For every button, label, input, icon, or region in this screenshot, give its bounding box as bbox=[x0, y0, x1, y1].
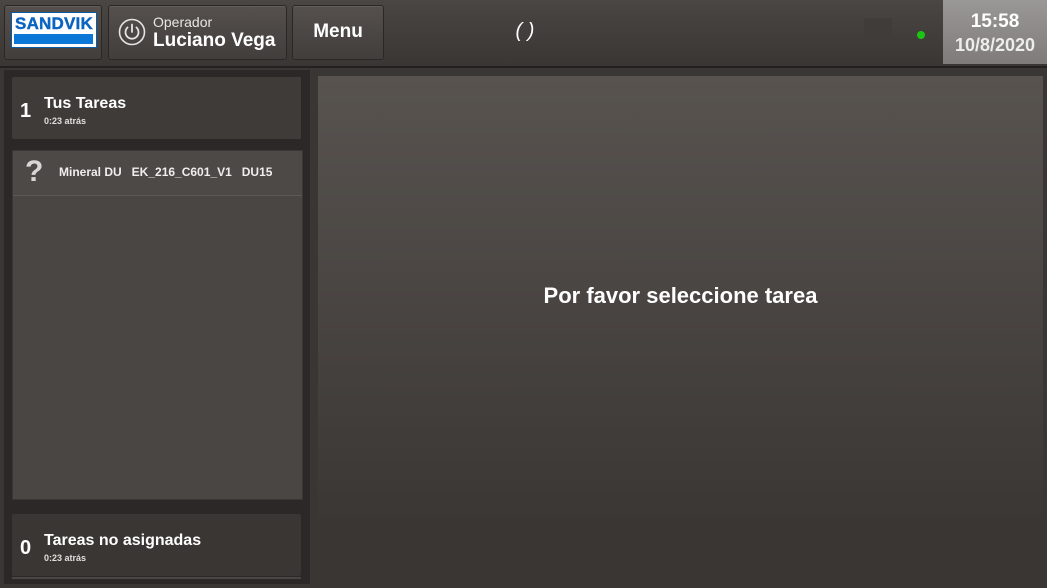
top-bar: SANDVIK Operador Luciano Vega Menu ( ) 1… bbox=[0, 0, 1047, 68]
question-mark-icon: ? bbox=[25, 155, 44, 188]
status-placeholder: ( ) bbox=[515, 20, 535, 42]
unassigned-tasks[interactable]: 0 Tareas no asignadas 0:23 atrás bbox=[12, 514, 301, 576]
operator-button[interactable]: Operador Luciano Vega bbox=[108, 5, 287, 60]
operator-label: Operador bbox=[153, 14, 213, 30]
your-tasks-count: 1 bbox=[20, 100, 32, 122]
divider bbox=[12, 577, 301, 579]
your-tasks-header[interactable]: 1 Tus Tareas 0:23 atrás bbox=[12, 77, 301, 139]
list-item-text: Mineral DU EK_216_C601_V1 DU15 bbox=[59, 165, 273, 179]
clock-time: 15:58 bbox=[970, 11, 1020, 32]
network-icon bbox=[864, 18, 892, 38]
unassigned-count: 0 bbox=[20, 537, 32, 559]
clock-date: 10/8/2020 bbox=[954, 35, 1036, 55]
status-indicator bbox=[917, 31, 925, 39]
task-panel: 1 Tus Tareas 0:23 atrás ? Mineral DU EK_… bbox=[4, 70, 310, 584]
operator-name: Luciano Vega bbox=[153, 30, 276, 51]
menu-button[interactable]: Menu bbox=[292, 5, 384, 60]
logo-text: SANDVIK bbox=[15, 14, 93, 33]
unassigned-title: Tareas no asignadas bbox=[44, 532, 202, 549]
your-tasks-title: Tus Tareas bbox=[44, 95, 127, 112]
power-icon bbox=[118, 18, 146, 46]
logo-button[interactable]: SANDVIK bbox=[4, 5, 102, 60]
select-task-message: Por favor seleccione tarea bbox=[543, 283, 818, 308]
list-item[interactable]: ? Mineral DU EK_216_C601_V1 DU15 bbox=[13, 151, 302, 196]
logo-bar bbox=[14, 34, 93, 44]
menu-label: Menu bbox=[313, 21, 363, 42]
sandvik-logo: SANDVIK bbox=[11, 12, 97, 48]
unassigned-time: 0:23 atrás bbox=[44, 553, 87, 563]
clock: 15:58 10/8/2020 bbox=[943, 0, 1047, 64]
task-list: ? Mineral DU EK_216_C601_V1 DU15 bbox=[12, 150, 303, 500]
main-area: Por favor seleccione tarea bbox=[318, 76, 1043, 518]
your-tasks-time: 0:23 atrás bbox=[44, 116, 87, 126]
